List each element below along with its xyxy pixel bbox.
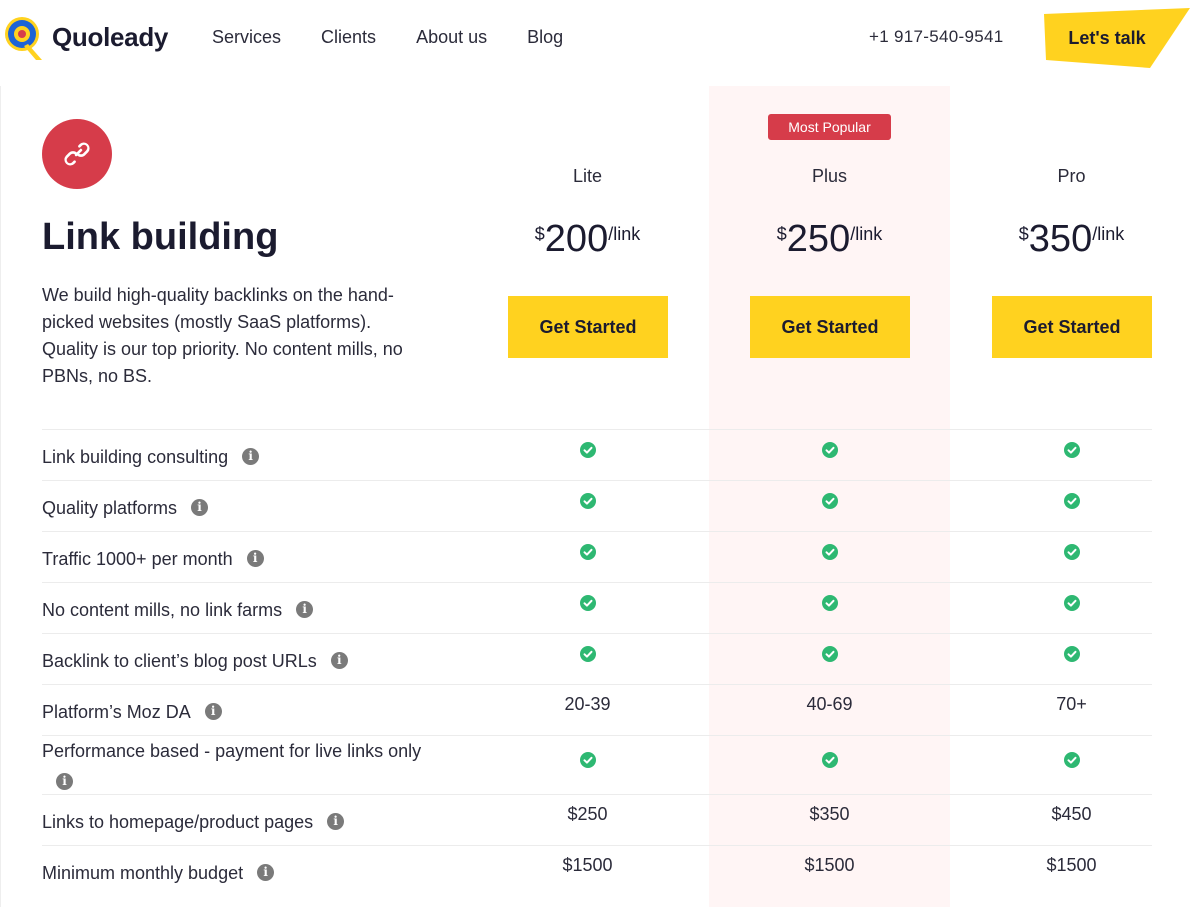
site-header: Quoleady Services Clients About us Blog … [0,0,1198,78]
check-circle-icon [709,752,950,773]
plan-name: Plus [811,166,847,186]
hero-description: We build high-quality backlinks on the h… [42,285,403,386]
info-icon[interactable]: i [56,772,73,790]
feature-label-text: Performance based - payment for live lin… [42,741,422,761]
price-amount: 350 [1028,218,1093,260]
feature-label-text: Quality platforms [42,498,178,518]
link-icon [64,142,90,166]
check-circle-icon [951,493,1192,514]
table-row: Backlink to client’s blog post URLs i [42,633,1152,684]
get-started-plus-button[interactable]: Get Started [750,296,910,358]
page-title: Link building [42,216,279,258]
plan-name: Pro [1057,166,1086,186]
table-row: Performance based - payment for live lin… [42,735,1152,794]
info-icon[interactable]: i [257,863,275,881]
table-row: No content mills, no link farms i [42,582,1152,633]
quoleady-logo-icon[interactable] [2,14,46,62]
table-row: Quality platforms i [42,480,1152,531]
price-unit: /link [608,224,641,244]
check-circle-icon [467,752,708,773]
table-row: Links to homepage/product pages i $250 $350… [42,794,1152,845]
feature-value: $1500 [804,855,855,875]
check-circle-icon [709,544,950,565]
feature-label-text: Link building consulting [42,447,229,467]
info-icon[interactable]: i [204,702,222,720]
check-circle-icon [951,595,1192,616]
check-circle-icon [467,646,708,667]
price-amount: 250 [786,218,851,260]
feature-label: Link building consulting i [42,442,260,473]
link-badge [42,119,112,189]
nav-blog[interactable]: Blog [527,27,563,48]
feature-label: No content mills, no link farms i [42,595,314,626]
check-circle-icon [951,646,1192,667]
info-icon[interactable]: i [330,651,348,669]
nav-clients[interactable]: Clients [321,27,376,48]
check-circle-icon [709,493,950,514]
nav-about-us[interactable]: About us [416,27,487,48]
price-currency: $ [776,224,787,244]
info-icon[interactable]: i [191,498,209,516]
get-started-lite-button[interactable]: Get Started [508,296,668,358]
feature-label: Backlink to client’s blog post URLs i [42,646,348,677]
nav-services[interactable]: Services [212,27,281,48]
feature-label-text: Backlink to client’s blog post URLs [42,651,317,671]
plan-price: $250/link [709,218,950,261]
info-icon[interactable]: i [327,812,345,830]
feature-label-text: Links to homepage/product pages [42,812,314,832]
feature-value: $1500 [1046,855,1097,875]
feature-value: $350 [809,804,850,824]
feature-value: 20-39 [564,694,611,714]
brand-name[interactable]: Quoleady [52,22,168,53]
check-circle-icon [951,442,1192,463]
info-icon[interactable]: i [242,447,260,465]
price-currency: $ [534,224,545,244]
main-nav: Services Clients About us Blog [212,27,563,48]
price-currency: $ [1018,224,1029,244]
check-circle-icon [709,646,950,667]
get-started-pro-button[interactable]: Get Started [992,296,1152,358]
feature-label-text: No content mills, no link farms [42,600,283,620]
check-circle-icon [467,442,708,463]
check-circle-icon [709,442,950,463]
plan-price: $350/link [951,218,1192,261]
table-row: Traffic 1000+ per month i [42,531,1152,582]
check-circle-icon [951,752,1192,773]
info-icon[interactable]: i [246,549,264,567]
price-amount: 200 [544,218,609,260]
price-unit: /link [850,224,883,244]
lets-talk-button[interactable]: Let's talk [1042,8,1192,70]
feature-label: Links to homepage/product pages i [42,807,345,838]
phone-link[interactable]: +1 917-540-9541 [869,27,1003,47]
feature-label-text: Traffic 1000+ per month [42,549,233,569]
feature-value: 40-69 [806,694,853,714]
most-popular-badge: Most Popular [768,114,891,140]
check-circle-icon [467,493,708,514]
plan-price: $200/link [467,218,708,261]
check-circle-icon [467,595,708,616]
check-circle-icon [467,544,708,565]
feature-label: Quality platforms i [42,493,209,524]
feature-label-text: Minimum monthly budget [42,863,244,883]
feature-label-text: Platform’s Moz DA [42,702,191,722]
price-unit: /link [1092,224,1125,244]
feature-value: $450 [1051,804,1092,824]
feature-value: 70+ [1056,694,1087,714]
plan-name: Lite [572,166,603,186]
table-row: Minimum monthly budget i $1500 $1500 $1500 [42,845,1152,896]
feature-label: Traffic 1000+ per month i [42,544,264,575]
info-icon[interactable]: i [296,600,314,618]
feature-label: Platform’s Moz DA i [42,697,222,728]
check-circle-icon [709,595,950,616]
check-circle-icon [951,544,1192,565]
feature-label: Performance based - payment for live lin… [42,736,442,798]
feature-value: $250 [567,804,608,824]
table-row: Platform’s Moz DA i 20-39 40-69 70+ [42,684,1152,735]
table-row: Link building consulting i [42,429,1152,480]
feature-value: $1500 [562,855,613,875]
content-left-border [0,86,1,907]
lets-talk-label: Let's talk [1068,28,1146,48]
feature-label: Minimum monthly budget i [42,858,275,889]
